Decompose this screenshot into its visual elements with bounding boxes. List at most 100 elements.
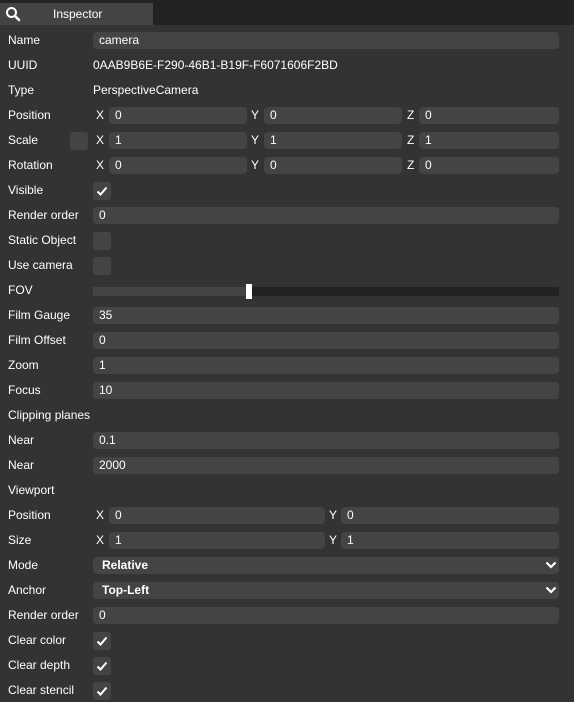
viewport-size-x-input[interactable]: 1 bbox=[109, 532, 325, 549]
fov-slider[interactable] bbox=[93, 284, 559, 299]
render-order-row: Render order 0 bbox=[0, 202, 574, 227]
uuid-label: UUID bbox=[8, 58, 38, 72]
anchor-label: Anchor bbox=[8, 583, 47, 597]
scale-lock-checkbox[interactable] bbox=[70, 132, 88, 150]
visible-checkbox[interactable] bbox=[93, 182, 111, 200]
rotation-row: Rotation X 0 Y 0 Z 0 bbox=[0, 152, 574, 177]
clear-stencil-row: Clear stencil bbox=[0, 677, 574, 702]
rotation-z-input[interactable]: 0 bbox=[419, 157, 559, 174]
viewport-section: Viewport bbox=[0, 477, 574, 502]
clear-color-checkbox[interactable] bbox=[93, 632, 111, 650]
viewport-render-order-input[interactable]: 0 bbox=[93, 607, 559, 624]
viewport-position-x-input[interactable]: 0 bbox=[109, 507, 325, 524]
axis-y-label: Y bbox=[251, 133, 260, 147]
clipping-section: Clipping planes bbox=[0, 402, 574, 427]
scale-label: Scale bbox=[8, 133, 39, 147]
far-input[interactable]: 2000 bbox=[93, 457, 559, 474]
axis-x-label: X bbox=[96, 158, 105, 172]
rotation-x-input[interactable]: 0 bbox=[109, 157, 247, 174]
uuid-value: 0AAB9B6E-F290-46B1-B19F-F6071606F2BD bbox=[93, 58, 338, 72]
use-camera-label: Use camera bbox=[8, 258, 73, 272]
mode-row: Mode Relative bbox=[0, 552, 574, 577]
axis-y-label: Y bbox=[329, 508, 338, 522]
near-label: Near bbox=[8, 433, 35, 447]
viewport-position-label: Position bbox=[8, 508, 51, 522]
fov-row: FOV bbox=[0, 277, 574, 302]
scale-x-input[interactable]: 1 bbox=[109, 132, 247, 149]
far-row: Near 2000 bbox=[0, 452, 574, 477]
checkmark-icon bbox=[96, 636, 108, 646]
axis-x-label: X bbox=[96, 508, 105, 522]
anchor-select[interactable]: Top-Left bbox=[93, 582, 559, 599]
visible-label: Visible bbox=[8, 183, 44, 197]
name-input[interactable]: camera bbox=[93, 32, 559, 49]
viewport-heading: Viewport bbox=[8, 483, 55, 497]
clear-stencil-checkbox[interactable] bbox=[93, 682, 111, 700]
type-row: Type PerspectiveCamera bbox=[0, 77, 574, 102]
static-object-row: Static Object bbox=[0, 227, 574, 252]
type-label: Type bbox=[8, 83, 35, 97]
axis-x-label: X bbox=[96, 133, 105, 147]
film-gauge-label: Film Gauge bbox=[8, 308, 71, 322]
scale-y-input[interactable]: 1 bbox=[264, 132, 402, 149]
viewport-position-y-input[interactable]: 0 bbox=[341, 507, 559, 524]
static-object-checkbox[interactable] bbox=[93, 232, 111, 250]
axis-z-label: Z bbox=[407, 158, 415, 172]
visible-row: Visible bbox=[0, 177, 574, 202]
position-x-input[interactable]: 0 bbox=[109, 107, 247, 124]
position-z-input[interactable]: 0 bbox=[419, 107, 559, 124]
focus-row: Focus 10 bbox=[0, 377, 574, 402]
render-order-input[interactable]: 0 bbox=[93, 207, 559, 224]
near-row: Near 0.1 bbox=[0, 427, 574, 452]
film-offset-label: Film Offset bbox=[8, 333, 66, 347]
scale-z-input[interactable]: 1 bbox=[419, 132, 559, 149]
chevron-down-icon bbox=[545, 561, 557, 569]
axis-y-label: Y bbox=[329, 533, 338, 547]
viewport-size-label: Size bbox=[8, 533, 32, 547]
name-label: Name bbox=[8, 33, 41, 47]
far-label: Near bbox=[8, 458, 35, 472]
rotation-y-input[interactable]: 0 bbox=[264, 157, 402, 174]
axis-y-label: Y bbox=[251, 108, 260, 122]
position-y-input[interactable]: 0 bbox=[264, 107, 402, 124]
position-row: Position X 0 Y 0 Z 0 bbox=[0, 102, 574, 127]
clear-depth-row: Clear depth bbox=[0, 652, 574, 677]
viewport-size-y-input[interactable]: 1 bbox=[341, 532, 559, 549]
focus-input[interactable]: 10 bbox=[93, 382, 559, 399]
axis-z-label: Z bbox=[407, 108, 415, 122]
clear-color-label: Clear color bbox=[8, 633, 67, 647]
mode-value: Relative bbox=[102, 558, 149, 572]
film-gauge-input[interactable]: 35 bbox=[93, 307, 559, 324]
mode-select[interactable]: Relative bbox=[93, 557, 559, 574]
zoom-label: Zoom bbox=[8, 358, 39, 372]
checkmark-icon bbox=[96, 686, 108, 696]
axis-z-label: Z bbox=[407, 133, 415, 147]
viewport-render-order-row: Render order 0 bbox=[0, 602, 574, 627]
zoom-row: Zoom 1 bbox=[0, 352, 574, 377]
viewport-size-row: Size X 1 Y 1 bbox=[0, 527, 574, 552]
rotation-label: Rotation bbox=[8, 158, 53, 172]
axis-x-label: X bbox=[96, 533, 105, 547]
type-value: PerspectiveCamera bbox=[93, 83, 199, 97]
anchor-value: Top-Left bbox=[102, 583, 150, 597]
inspector-panel: Name camera UUID 0AAB9B6E-F290-46B1-B19F… bbox=[0, 25, 574, 702]
film-offset-row: Film Offset 0 bbox=[0, 327, 574, 352]
static-object-label: Static Object bbox=[8, 233, 77, 247]
fov-slider-handle[interactable] bbox=[246, 284, 252, 299]
tab-title: Inspector bbox=[53, 7, 103, 21]
clear-depth-checkbox[interactable] bbox=[93, 657, 111, 675]
use-camera-row: Use camera bbox=[0, 252, 574, 277]
mode-label: Mode bbox=[8, 558, 39, 572]
render-order-label: Render order bbox=[8, 208, 79, 222]
tab-inspector[interactable]: Inspector bbox=[0, 3, 153, 25]
anchor-row: Anchor Top-Left bbox=[0, 577, 574, 602]
focus-label: Focus bbox=[8, 383, 41, 397]
film-offset-input[interactable]: 0 bbox=[93, 332, 559, 349]
fov-label: FOV bbox=[8, 283, 33, 297]
use-camera-checkbox[interactable] bbox=[93, 257, 111, 275]
clear-stencil-label: Clear stencil bbox=[8, 683, 75, 697]
clear-color-row: Clear color bbox=[0, 627, 574, 652]
checkmark-icon bbox=[96, 186, 108, 196]
near-input[interactable]: 0.1 bbox=[93, 432, 559, 449]
zoom-input[interactable]: 1 bbox=[93, 357, 559, 374]
